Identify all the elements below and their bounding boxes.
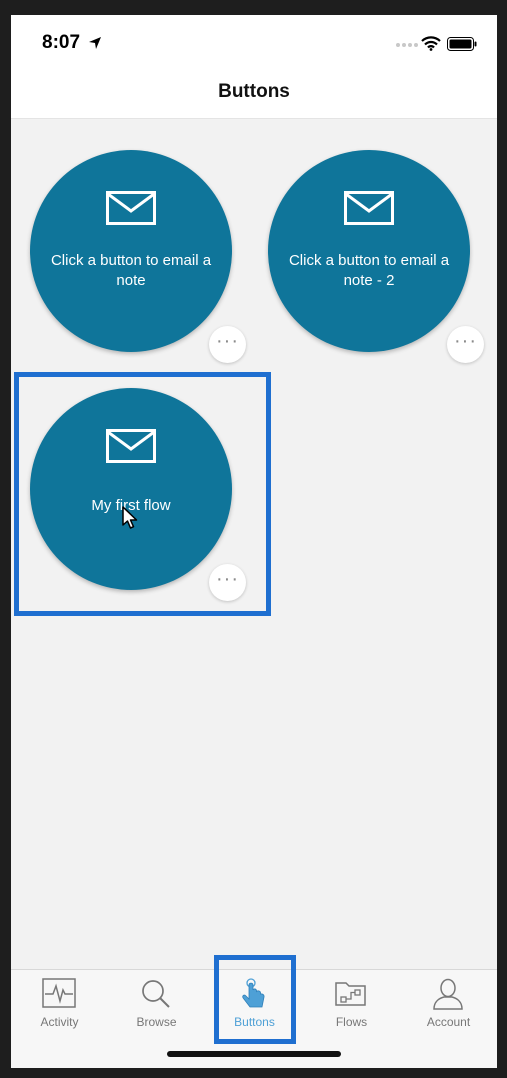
tab-buttons[interactable]: Buttons bbox=[206, 970, 303, 1040]
tab-activity[interactable]: Activity bbox=[11, 970, 108, 1040]
flow-button[interactable]: My first flow bbox=[30, 388, 232, 590]
tab-label: Activity bbox=[40, 1015, 79, 1029]
tab-label: Flows bbox=[335, 1015, 368, 1029]
battery-icon bbox=[447, 37, 477, 51]
nav-bar: Buttons bbox=[11, 73, 497, 119]
flow-button[interactable]: Click a button to email a note bbox=[30, 150, 232, 352]
search-icon bbox=[142, 980, 170, 1008]
more-options-button[interactable]: ··· bbox=[209, 564, 246, 601]
mail-icon bbox=[106, 191, 156, 225]
mouse-cursor-icon bbox=[122, 506, 138, 529]
buttons-grid: Click a button to email a note ··· Click… bbox=[11, 119, 497, 969]
flow-button-tile: My first flow ··· bbox=[11, 357, 251, 601]
flow-button-label: Click a button to email a note - 2 bbox=[288, 252, 450, 289]
activity-icon bbox=[42, 978, 76, 1008]
flows-folder-icon bbox=[335, 982, 366, 1006]
account-icon bbox=[433, 978, 463, 1010]
more-options-button[interactable]: ··· bbox=[447, 326, 484, 363]
tab-browse[interactable]: Browse bbox=[108, 970, 205, 1040]
tab-label: Browse bbox=[136, 1015, 177, 1029]
signal-icon bbox=[396, 43, 418, 47]
home-indicator bbox=[167, 1051, 341, 1057]
tab-account[interactable]: Account bbox=[400, 970, 497, 1040]
tab-flows[interactable]: Flows bbox=[303, 970, 400, 1040]
phone-screen: 8:07 Buttons Click a button to email a n… bbox=[11, 15, 497, 1068]
mail-icon bbox=[106, 429, 156, 463]
touch-icon bbox=[242, 978, 265, 1008]
tab-label: Buttons bbox=[234, 1015, 275, 1029]
flow-button-tile: Click a button to email a note ··· bbox=[11, 119, 251, 363]
flow-button-tile: Click a button to email a note - 2 ··· bbox=[249, 119, 489, 363]
page-title: Buttons bbox=[218, 81, 290, 102]
wifi-icon bbox=[421, 36, 441, 51]
location-arrow-icon bbox=[89, 37, 101, 49]
status-time: 8:07 bbox=[42, 32, 81, 53]
mail-icon bbox=[344, 191, 394, 225]
flow-button-label: Click a button to email a note bbox=[50, 252, 212, 289]
status-bar: 8:07 bbox=[11, 15, 497, 73]
tab-label: Account bbox=[426, 1015, 471, 1029]
flow-button[interactable]: Click a button to email a note - 2 bbox=[268, 150, 470, 352]
